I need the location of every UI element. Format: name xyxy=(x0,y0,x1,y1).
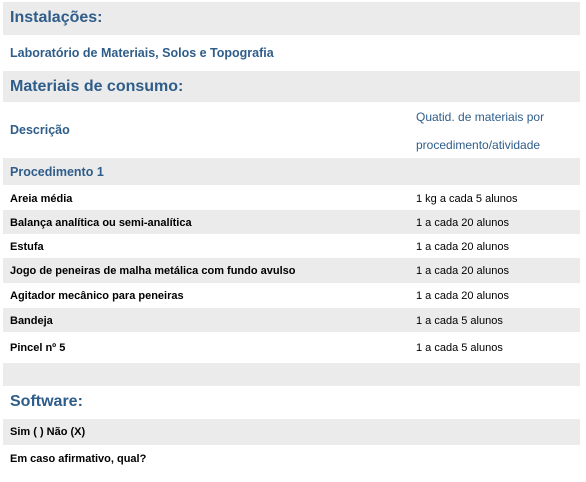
column-quantity-header: Quatid. de materiais por procedimento/at… xyxy=(416,103,576,159)
table-row: Agitador mecânico para peneiras 1 a cada… xyxy=(3,283,580,308)
item-quantity: 1 a cada 5 alunos xyxy=(416,315,503,327)
item-name: Areia média xyxy=(10,193,73,205)
item-quantity: 1 a cada 20 alunos xyxy=(416,241,509,253)
installations-value: Laboratório de Materiais, Solos e Topogr… xyxy=(10,46,274,60)
table-row: Jogo de peneiras de malha metálica com f… xyxy=(3,258,580,283)
item-name: Bandeja xyxy=(10,315,53,327)
table-row: Estufa 1 a cada 20 alunos xyxy=(3,234,580,258)
installations-value-row: Laboratório de Materiais, Solos e Topogr… xyxy=(3,35,580,71)
software-header-row: Software: xyxy=(3,386,580,419)
procedure-title: Procedimento 1 xyxy=(10,165,104,179)
item-name: Jogo de peneiras de malha metálica com f… xyxy=(10,265,296,277)
procedure-title-row: Procedimento 1 xyxy=(3,158,580,185)
table-row: Bandeja 1 a cada 5 alunos xyxy=(3,308,580,332)
table-row: Balança analítica ou semi-analítica 1 a … xyxy=(3,210,580,234)
item-quantity: 1 kg a cada 5 alunos xyxy=(416,193,518,205)
document-table: Instalações: Laboratório de Materiais, S… xyxy=(3,2,580,475)
software-if-yes: Em caso afirmativo, qual? xyxy=(10,453,147,465)
table-row: Areia média 1 kg a cada 5 alunos xyxy=(3,185,580,210)
item-name: Balança analítica ou semi-analítica xyxy=(10,217,192,229)
software-if-yes-row: Em caso afirmativo, qual? xyxy=(3,445,580,475)
item-quantity: 1 a cada 5 alunos xyxy=(416,342,503,354)
consumables-column-header-row: Descrição Quatid. de materiais por proce… xyxy=(3,102,580,158)
item-name: Agitador mecânico para peneiras xyxy=(10,290,184,302)
installations-header-row: Instalações: xyxy=(3,2,580,35)
empty-row xyxy=(3,363,580,386)
column-quantity-header-line2: procedimento/atividade xyxy=(416,138,541,152)
item-quantity: 1 a cada 20 alunos xyxy=(416,290,509,302)
software-yes-no-row: Sim ( ) Não (X) xyxy=(3,419,580,445)
item-name: Pincel nº 5 xyxy=(10,342,66,354)
consumables-header-row: Materiais de consumo: xyxy=(3,71,580,102)
column-quantity-header-line1: Quatid. de materiais por xyxy=(416,110,545,124)
column-description-header: Descrição xyxy=(10,123,70,137)
item-quantity: 1 a cada 20 alunos xyxy=(416,265,509,277)
table-row: Pincel nº 5 1 a cada 5 alunos xyxy=(3,332,580,363)
consumables-heading: Materiais de consumo: xyxy=(10,78,184,95)
software-yes-no: Sim ( ) Não (X) xyxy=(10,426,86,438)
item-name: Estufa xyxy=(10,241,44,253)
installations-heading: Instalações: xyxy=(10,9,103,26)
item-quantity: 1 a cada 20 alunos xyxy=(416,217,509,229)
software-heading: Software: xyxy=(10,393,83,410)
